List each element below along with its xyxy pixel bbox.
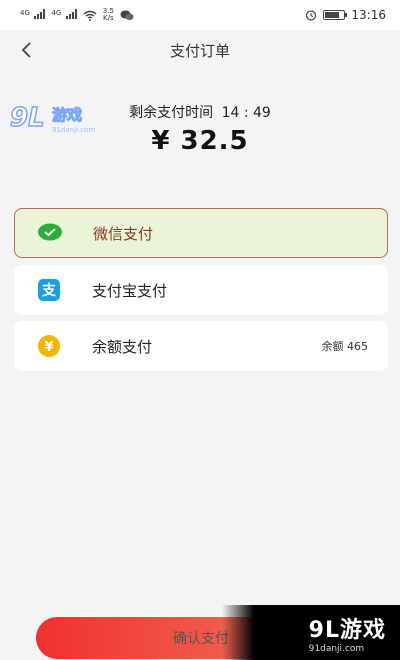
- page-header: 支付订单: [0, 30, 400, 70]
- svg-text:支: 支: [41, 282, 57, 299]
- signal-strength-icon: [65, 8, 77, 19]
- pay-option-label: 余额支付: [92, 337, 153, 356]
- network-type-1: 4G: [20, 8, 30, 17]
- network-speed: 3.5 K/s: [103, 8, 114, 22]
- alarm-icon: [306, 10, 317, 21]
- chevron-left-icon: [21, 42, 31, 58]
- balance-amount: 余额 465: [321, 340, 369, 353]
- pay-option-label: 支付宝支付: [92, 281, 168, 300]
- status-time: 13:16: [351, 8, 386, 22]
- watermark-domain: 91danji.com: [308, 643, 365, 654]
- countdown-label: 剩余支付时间: [129, 105, 214, 121]
- countdown-value: 14 : 49: [221, 105, 271, 121]
- alipay-icon: 支: [36, 277, 62, 303]
- page-title: 支付订单: [169, 41, 230, 60]
- battery-icon: [323, 10, 348, 20]
- watermark-brand: 9L游戏: [308, 617, 386, 643]
- payment-countdown: 剩余支付时间 14 : 49: [0, 102, 400, 122]
- wifi-icon: [83, 10, 97, 21]
- watermark-text: 9L游戏 91danji.com: [309, 612, 386, 654]
- network-type-2: 4G: [51, 8, 62, 17]
- wechat-pay-icon: [37, 220, 63, 246]
- watermark-banner: 9L游戏 91danji.com: [222, 605, 400, 660]
- speed-unit: K/s: [103, 14, 114, 22]
- confirm-pay-label: 确认支付: [173, 631, 229, 647]
- status-bar: 4G 4G 3.5 K/s 13:16: [0, 0, 400, 30]
- status-left: 4G 4G 3.5 K/s: [20, 8, 134, 22]
- signal-1: 4G: [20, 8, 46, 22]
- signal-2: 4G: [51, 8, 77, 22]
- svg-text:¥: ¥: [44, 340, 53, 355]
- wechat-notification-icon: [120, 10, 134, 20]
- pay-option-wechat[interactable]: 微信支付: [14, 208, 388, 258]
- signal-strength-icon: [34, 8, 46, 19]
- balance-icon: ¥: [36, 333, 62, 359]
- back-button[interactable]: [14, 38, 38, 62]
- status-right: 13:16: [305, 8, 386, 22]
- pay-option-alipay[interactable]: 支 支付宝支付: [14, 265, 388, 315]
- pay-option-label: 微信支付: [93, 224, 154, 243]
- order-amount: ¥ 32.5: [151, 126, 249, 156]
- pay-option-balance[interactable]: ¥ 余额支付 余额 465: [14, 321, 388, 371]
